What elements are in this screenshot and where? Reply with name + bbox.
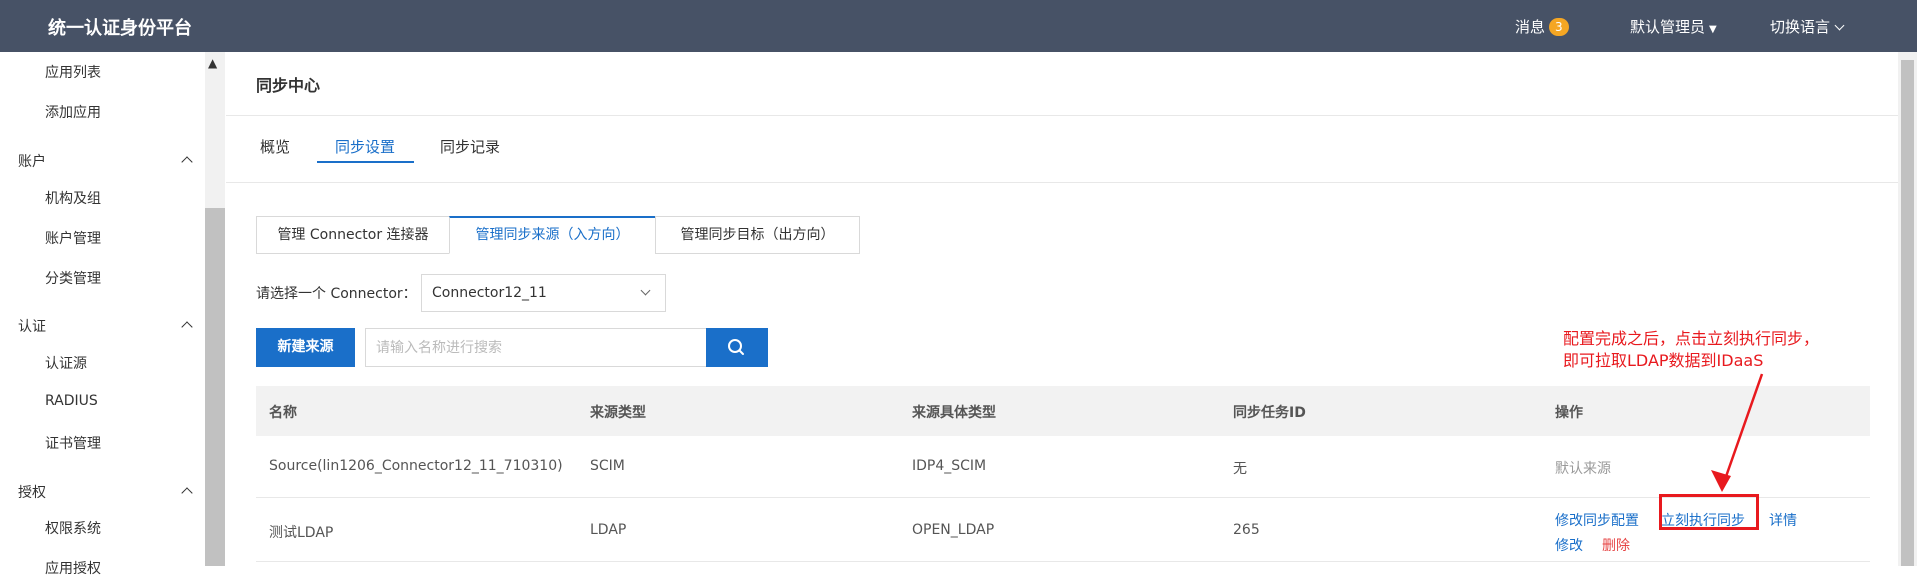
language-label: 切换语言: [1770, 18, 1831, 36]
row-name: Source(lin1206_Connector12_11_710310): [269, 458, 563, 474]
sidebar-item-permission-system[interactable]: 权限系统: [45, 518, 101, 538]
messages-link[interactable]: 消息 3: [1515, 16, 1569, 37]
admin-label: 默认管理员: [1630, 18, 1706, 36]
tab-sync-settings[interactable]: 同步设置: [335, 136, 395, 157]
subtab-connectors[interactable]: 管理 Connector 连接器: [256, 216, 450, 254]
messages-count-badge: 3: [1549, 18, 1569, 36]
row-type: SCIM: [590, 458, 625, 474]
row-subtype: IDP4_SCIM: [912, 458, 987, 474]
sidebar-item-app-authorization[interactable]: 应用授权: [45, 558, 101, 578]
sidebar-item-org-groups[interactable]: 机构及组: [45, 188, 101, 208]
subtab-sync-sources[interactable]: 管理同步来源（入方向）: [449, 216, 656, 254]
page-scrollbar-thumb[interactable]: [1901, 60, 1914, 566]
sidebar-item-cert-mgmt[interactable]: 证书管理: [45, 433, 101, 453]
tab-sync-records[interactable]: 同步记录: [440, 136, 500, 157]
table-row: 测试LDAP LDAP OPEN_LDAP 265 修改同步配置 立刻执行同步 …: [256, 498, 1870, 562]
sidebar-item-category-mgmt[interactable]: 分类管理: [45, 268, 101, 288]
caret-down-icon: ▼: [1709, 24, 1717, 35]
connector-select-value: Connector12_11: [432, 285, 547, 301]
connector-select[interactable]: Connector12_11: [421, 274, 666, 312]
row-subtype: OPEN_LDAP: [912, 522, 995, 538]
sync-now-highlight-box: [1659, 494, 1759, 530]
column-header-subtype: 来源具体类型: [912, 405, 996, 421]
sidebar-item-add-app[interactable]: 添加应用: [45, 102, 101, 122]
language-menu[interactable]: 切换语言: [1770, 16, 1845, 37]
row-name: 测试LDAP: [269, 525, 334, 541]
connector-select-label: 请选择一个 Connector：: [256, 286, 417, 302]
chevron-down-icon: [640, 285, 651, 296]
page-title: 同步中心: [256, 76, 321, 95]
modify-link[interactable]: 修改: [1555, 535, 1583, 555]
sidebar-group-authorization[interactable]: 授权: [18, 482, 46, 502]
detail-link[interactable]: 详情: [1769, 510, 1797, 530]
search-button[interactable]: [706, 328, 768, 367]
top-bar: 统一认证身份平台 消息 3 默认管理员 ▼ 切换语言: [0, 0, 1917, 52]
table-header: 名称 来源类型 来源具体类型 同步任务ID 操作: [256, 386, 1870, 436]
scroll-up-arrow-icon[interactable]: ▲: [208, 56, 217, 70]
sidebar-group-auth[interactable]: 认证: [18, 316, 46, 336]
column-header-name: 名称: [269, 405, 297, 421]
subtab-sync-targets[interactable]: 管理同步目标（出方向）: [655, 216, 860, 254]
divider: [226, 182, 1898, 183]
chevron-down-icon: [1834, 20, 1845, 31]
sidebar-item-radius[interactable]: RADIUS: [45, 393, 98, 409]
sidebar-scrollbar-thumb[interactable]: [205, 208, 225, 566]
annotation-text: 配置完成之后，点击立刻执行同步， 即可拉取LDAP数据到IDaaS: [1563, 328, 1819, 372]
admin-menu[interactable]: 默认管理员 ▼: [1630, 16, 1717, 37]
annotation-line-2: 即可拉取LDAP数据到IDaaS: [1563, 351, 1764, 370]
main-content: 同步中心 概览 同步设置 同步记录 管理 Connector 连接器 管理同步来…: [226, 52, 1898, 566]
column-header-type: 来源类型: [590, 405, 646, 421]
row-task-id: 265: [1233, 522, 1260, 538]
new-source-button[interactable]: 新建来源: [256, 328, 355, 367]
table-row: Source(lin1206_Connector12_11_710310) SC…: [256, 436, 1870, 498]
default-source-label: 默认来源: [1555, 461, 1611, 477]
active-tab-indicator: [317, 161, 414, 163]
sidebar-item-auth-source[interactable]: 认证源: [45, 353, 87, 373]
modify-sync-config-link[interactable]: 修改同步配置: [1555, 510, 1639, 530]
column-header-task-id: 同步任务ID: [1233, 405, 1306, 421]
tab-overview[interactable]: 概览: [260, 136, 290, 157]
messages-label: 消息: [1515, 18, 1546, 36]
search-input[interactable]: [365, 328, 707, 367]
sidebar-group-account[interactable]: 账户: [18, 151, 46, 171]
sidebar-item-app-list[interactable]: 应用列表: [45, 62, 101, 82]
column-header-actions: 操作: [1555, 405, 1583, 421]
annotation-arrow-icon: [1711, 373, 1764, 492]
row-type: LDAP: [590, 522, 627, 538]
divider: [226, 115, 1898, 116]
annotation-line-1: 配置完成之后，点击立刻执行同步，: [1563, 329, 1820, 348]
brand-title: 统一认证身份平台: [48, 18, 192, 39]
row-task-id: 无: [1233, 461, 1247, 477]
sidebar-item-account-mgmt[interactable]: 账户管理: [45, 228, 101, 248]
delete-link[interactable]: 删除: [1602, 535, 1630, 555]
search-icon: [728, 339, 744, 355]
